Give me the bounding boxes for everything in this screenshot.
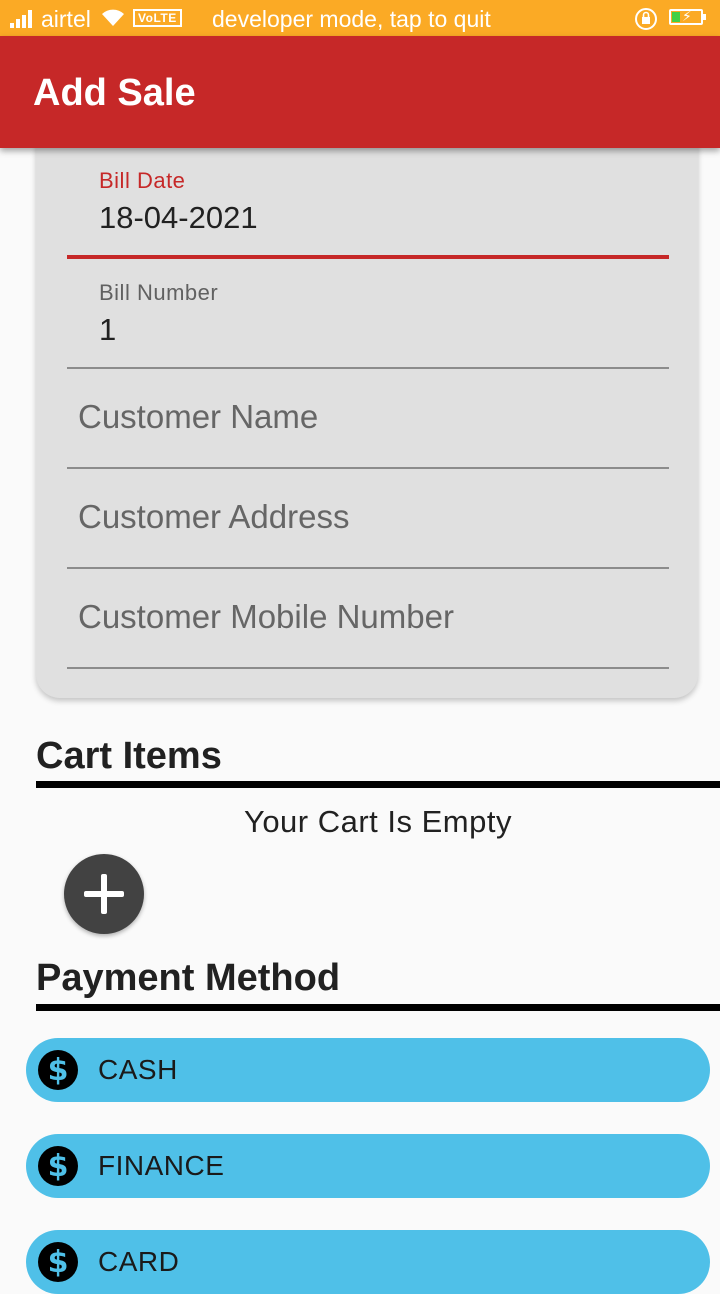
- payment-option-finance[interactable]: $ FINANCE: [26, 1134, 710, 1198]
- cart-items-divider: [36, 781, 720, 788]
- bill-date-label: Bill Date: [99, 168, 186, 193]
- svg-text:$: $: [48, 1149, 69, 1184]
- rotation-lock-icon: [635, 8, 657, 30]
- bill-number-field[interactable]: Bill Number 1: [67, 278, 669, 372]
- wifi-icon: [102, 9, 124, 26]
- customer-mobile-input[interactable]: Customer Mobile Number: [78, 598, 454, 636]
- volte-badge: VoLTE: [133, 9, 182, 27]
- bill-date-underline: [67, 255, 669, 259]
- customer-name-field[interactable]: Customer Name: [67, 368, 669, 470]
- status-bar: airtel VoLTE developer mode, tap to quit…: [0, 0, 720, 36]
- customer-mobile-underline: [67, 667, 669, 669]
- cart-items-title: Cart Items: [36, 735, 222, 777]
- payment-option-label: CARD: [98, 1246, 180, 1277]
- payment-option-cash[interactable]: $ CASH: [26, 1038, 710, 1102]
- svg-text:$: $: [48, 1053, 69, 1088]
- bill-number-value[interactable]: 1: [99, 312, 116, 348]
- cart-empty-message: Your Cart Is Empty: [243, 804, 512, 839]
- app-bar: Add Sale: [0, 36, 720, 148]
- dollar-icon: $: [38, 1050, 78, 1090]
- signal-icon: [10, 10, 36, 28]
- developer-mode-notice[interactable]: developer mode, tap to quit: [212, 6, 491, 33]
- payment-option-label: FINANCE: [98, 1150, 225, 1181]
- customer-mobile-field[interactable]: Customer Mobile Number: [67, 568, 669, 670]
- payment-method-divider: [36, 1004, 720, 1011]
- dollar-icon: $: [38, 1146, 78, 1186]
- bill-date-field[interactable]: Bill Date 18-04-2021: [67, 166, 669, 260]
- payment-method-title: Payment Method: [36, 957, 341, 999]
- add-item-button[interactable]: [64, 854, 144, 934]
- bill-number-label: Bill Number: [99, 280, 219, 305]
- payment-option-card[interactable]: $ CARD: [26, 1230, 710, 1294]
- page-title: Add Sale: [33, 72, 196, 114]
- customer-name-input[interactable]: Customer Name: [78, 398, 318, 436]
- bill-date-value[interactable]: 18-04-2021: [99, 200, 258, 236]
- payment-option-label: CASH: [98, 1054, 178, 1085]
- sale-form-card: Bill Date 18-04-2021 Bill Number 1 Custo…: [36, 128, 698, 698]
- customer-address-field[interactable]: Customer Address: [67, 468, 669, 570]
- carrier-name: airtel: [41, 6, 91, 32]
- customer-address-input[interactable]: Customer Address: [78, 498, 349, 536]
- dollar-icon: $: [38, 1242, 78, 1282]
- svg-text:$: $: [48, 1245, 69, 1280]
- battery-icon: ⚡: [669, 8, 706, 25]
